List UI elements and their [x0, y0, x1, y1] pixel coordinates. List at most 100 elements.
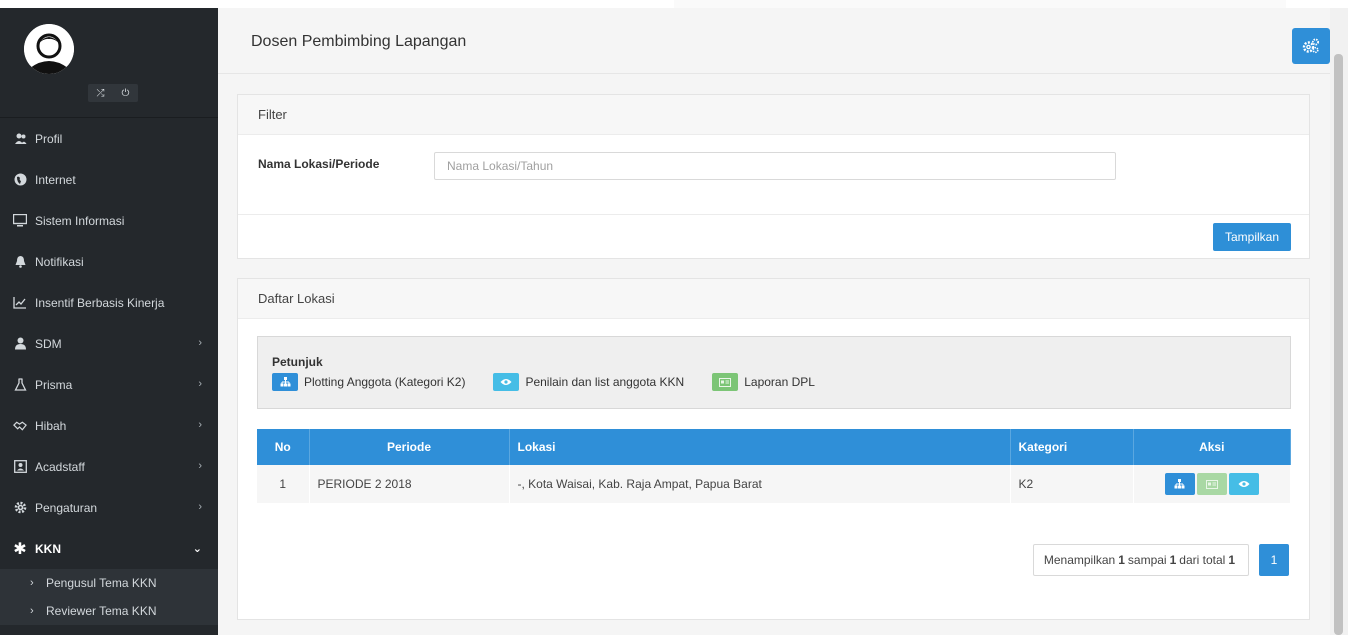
eye-icon — [1238, 481, 1250, 487]
shuffle-icon[interactable]: ⤮ — [97, 88, 105, 99]
sitemap-icon — [272, 373, 298, 391]
asterisk-icon: ✱ — [13, 540, 27, 558]
chevron-right-icon: › — [30, 605, 34, 617]
bell-icon — [13, 255, 27, 269]
hint-box: Petunjuk Plotting Anggota (Kategori K2) … — [257, 336, 1291, 409]
kkn-submenu: › Pengusul Tema KKN › Reviewer Tema KKN — [0, 569, 218, 625]
eye-icon — [493, 373, 520, 391]
handshake-icon — [13, 419, 27, 433]
sidebar-item-internet[interactable]: Internet — [0, 159, 218, 200]
page-header: Dosen Pembimbing Lapangan — [218, 8, 1330, 74]
sitemap-icon — [1174, 479, 1185, 489]
avatar[interactable] — [24, 24, 74, 74]
chevron-down-icon: ⌄ — [192, 543, 202, 555]
tampilkan-button[interactable]: Tampilkan — [1212, 223, 1291, 251]
chevron-right-icon: › — [198, 460, 202, 472]
submenu-item-label: Pengusul Tema KKN — [46, 576, 157, 590]
sidebar-item-label: Pengaturan — [35, 500, 98, 515]
sidebar-item-label: KKN — [35, 541, 61, 556]
sidebar-item-profil[interactable]: Profil — [0, 118, 218, 159]
location-table: No Periode Lokasi Kategori Aksi 1 PERIOD… — [257, 429, 1291, 503]
hint-legend: Plotting Anggota (Kategori K2) Penilain … — [272, 373, 843, 391]
hint-item-plotting: Plotting Anggota (Kategori K2) — [272, 373, 465, 391]
settings-button[interactable] — [1292, 28, 1330, 64]
sidebar-profile: ⤮ ⏻ — [0, 8, 218, 118]
sidebar-item-kkn[interactable]: ✱ KKN ⌄ — [0, 528, 218, 569]
column-header-lokasi: Lokasi — [509, 429, 1011, 465]
cog-icon — [13, 501, 27, 515]
user-avatar-icon — [24, 24, 74, 74]
hint-label: Laporan DPL — [744, 375, 815, 389]
filter-field-label: Nama Lokasi/Periode — [258, 157, 380, 171]
laporan-button[interactable] — [1196, 473, 1227, 495]
power-icon[interactable]: ⏻ — [122, 88, 130, 99]
pagination-prefix: Menampilkan — [1043, 553, 1116, 567]
sidebar-item-pengaturan[interactable]: Pengaturan › — [0, 487, 218, 528]
cell-periode: PERIODE 2 2018 — [309, 465, 510, 503]
monitor-icon — [13, 214, 27, 228]
sidebar-item-label: Insentif Berbasis Kinerja — [35, 295, 165, 310]
chevron-right-icon: › — [198, 419, 202, 431]
hint-item-laporan: Laporan DPL — [712, 373, 815, 391]
pagination: Menampilkan 1 sampai 1 dari total 1 1 — [1032, 544, 1289, 576]
sidebar-item-insentif[interactable]: Insentif Berbasis Kinerja — [0, 282, 218, 323]
sidebar-item-sistem-informasi[interactable]: Sistem Informasi — [0, 200, 218, 241]
column-header-aksi: Aksi — [1133, 429, 1291, 465]
pagination-total: 1 — [1228, 553, 1235, 567]
sidebar-item-label: Sistem Informasi — [35, 213, 125, 228]
sidebar-item-label: Acadstaff — [35, 459, 85, 474]
chevron-right-icon: › — [30, 577, 34, 589]
id-card-icon — [712, 373, 739, 391]
sidebar-item-label: Notifikasi — [35, 254, 84, 269]
view-members-button[interactable] — [1228, 473, 1259, 495]
hint-title: Petunjuk — [272, 355, 323, 369]
list-panel-heading: Daftar Lokasi — [238, 279, 1309, 319]
app-window: ⤮ ⏻ Profil Internet Sistem Informasi Not… — [0, 0, 1348, 635]
user-icon — [13, 337, 27, 351]
hint-label: Plotting Anggota (Kategori K2) — [304, 375, 466, 389]
location-period-input[interactable] — [434, 152, 1116, 180]
sidebar-item-label: Hibah — [35, 418, 67, 433]
filter-footer: Tampilkan — [238, 214, 1309, 259]
sidebar-item-label: SDM — [35, 336, 62, 351]
hint-label: Penilain dan list anggota KKN — [525, 375, 685, 389]
id-card-icon — [1205, 479, 1218, 489]
cell-kategori: K2 — [1010, 465, 1134, 503]
submenu-item-label: Reviewer Tema KKN — [46, 604, 157, 618]
profile-buttons: ⤮ ⏻ — [88, 84, 138, 102]
pagination-suffix: dari total — [1179, 553, 1226, 567]
id-card-icon — [13, 460, 27, 474]
table-row: 1 PERIODE 2 2018 -, Kota Waisai, Kab. Ra… — [257, 465, 1291, 503]
column-header-no: No — [257, 429, 310, 465]
sidebar-item-notifikasi[interactable]: Notifikasi — [0, 241, 218, 282]
location-list-panel: Daftar Lokasi Petunjuk Plotting Anggota … — [237, 278, 1310, 620]
sidebar-item-label: Internet — [35, 172, 76, 187]
plotting-button[interactable] — [1164, 473, 1195, 495]
sidebar-item-hibah[interactable]: Hibah › — [0, 405, 218, 446]
column-header-periode: Periode — [309, 429, 510, 465]
sidebar-item-acadstaff[interactable]: Acadstaff › — [0, 446, 218, 487]
page-button-1[interactable]: 1 — [1259, 544, 1289, 576]
users-icon — [13, 132, 27, 146]
page-title: Dosen Pembimbing Lapangan — [251, 33, 467, 50]
submenu-item-reviewer[interactable]: › Reviewer Tema KKN — [0, 597, 218, 625]
table-header-row: No Periode Lokasi Kategori Aksi — [257, 429, 1291, 465]
sidebar-item-label: Prisma — [35, 377, 73, 392]
sidebar: ⤮ ⏻ Profil Internet Sistem Informasi Not… — [0, 8, 218, 635]
chevron-right-icon: › — [198, 337, 202, 349]
filter-panel: Filter Nama Lokasi/Periode Tampilkan — [237, 94, 1310, 259]
cell-aksi — [1133, 465, 1291, 503]
flask-icon — [13, 378, 27, 392]
scrollbar-thumb[interactable] — [1334, 54, 1343, 635]
cell-no: 1 — [257, 465, 310, 503]
sidebar-menu: Profil Internet Sistem Informasi Notifik… — [0, 118, 218, 569]
globe-icon — [13, 173, 27, 187]
sidebar-item-prisma[interactable]: Prisma › — [0, 364, 218, 405]
pagination-from: 1 — [1118, 553, 1125, 567]
pagination-info: Menampilkan 1 sampai 1 dari total 1 — [1032, 544, 1249, 576]
cogs-icon — [1302, 38, 1319, 54]
filter-panel-heading: Filter — [238, 95, 1309, 135]
page-scrollbar[interactable] — [1330, 8, 1348, 635]
submenu-item-pengusul[interactable]: › Pengusul Tema KKN — [0, 569, 218, 597]
sidebar-item-sdm[interactable]: SDM › — [0, 323, 218, 364]
